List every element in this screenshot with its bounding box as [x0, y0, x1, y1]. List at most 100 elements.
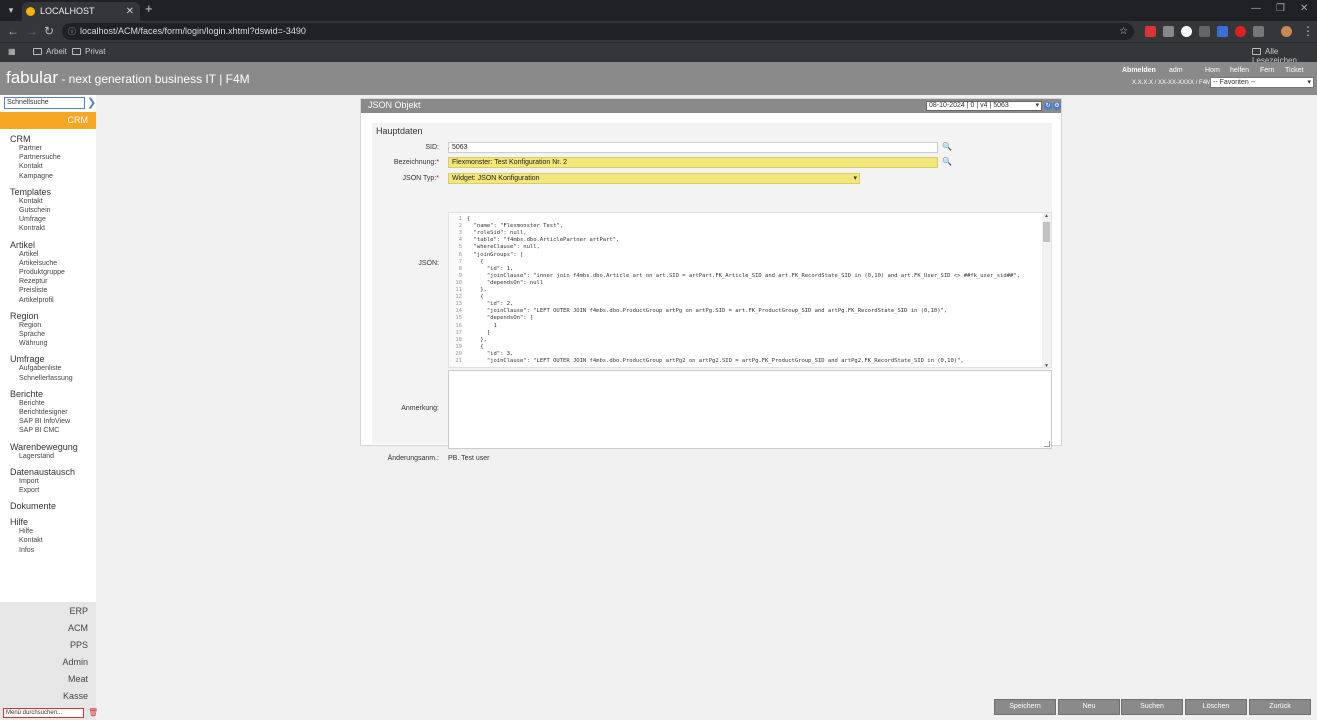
sidebar-category[interactable]: Umfrage — [10, 354, 45, 364]
sidebar-item[interactable]: SAP BI InfoView — [19, 418, 70, 425]
download-icon[interactable] — [1199, 26, 1210, 37]
apps-grid-icon[interactable]: ▦ — [8, 47, 16, 56]
scrollbar-thumb[interactable] — [1043, 222, 1050, 242]
sidebar-item[interactable]: Partner — [19, 145, 42, 152]
module-meat[interactable]: Meat — [68, 674, 88, 684]
sidebar-item[interactable]: Kontakt — [19, 537, 43, 544]
anmerkung-textarea[interactable] — [448, 370, 1052, 449]
sidebar-item[interactable]: Produktgruppe — [19, 269, 65, 276]
sid-field[interactable]: 5063 — [448, 142, 938, 153]
sidebar-item[interactable]: Artikelsuche — [19, 260, 57, 267]
sidebar-item[interactable]: Umfrage — [19, 216, 46, 223]
sidebar-item[interactable]: Währung — [19, 340, 47, 347]
module-erp[interactable]: ERP — [69, 606, 88, 616]
sidebar-category[interactable]: Artikel — [10, 240, 35, 250]
sidebar-item[interactable]: Berichtdesigner — [19, 409, 68, 416]
sidebar-category[interactable]: Berichte — [10, 389, 43, 399]
sidebar-item[interactable]: Lagerstand — [19, 453, 54, 460]
scroll-down-icon[interactable]: ▼ — [1042, 363, 1051, 367]
sidebar-item[interactable]: Schnellerfassung — [19, 375, 73, 382]
resize-handle[interactable] — [1044, 441, 1050, 447]
header-link-helfen[interactable]: helfen — [1230, 67, 1249, 74]
sidebar-item[interactable]: Aufgabenliste — [19, 365, 61, 372]
collapse-sidebar-icon[interactable]: ❯ — [87, 96, 96, 109]
new-tab-icon[interactable]: + — [145, 1, 153, 16]
sidebar-item[interactable]: Artikelprofil — [19, 297, 54, 304]
sidebar-category[interactable]: Templates — [10, 187, 51, 197]
settings-icon[interactable]: ⚙ — [1053, 102, 1061, 110]
editor-scrollbar[interactable]: ▲ ▼ — [1042, 213, 1051, 367]
module-acm[interactable]: ACM — [68, 623, 88, 633]
module-pps[interactable]: PPS — [70, 640, 88, 650]
sidebar-category[interactable]: Region — [10, 311, 39, 321]
forward-icon[interactable]: → — [26, 24, 38, 38]
sidebar-item[interactable]: Region — [19, 322, 41, 329]
sidebar-item[interactable]: Partnersuche — [19, 154, 61, 161]
logout-link[interactable]: Abmelden — [1122, 67, 1156, 74]
header-link-fern[interactable]: Fern — [1260, 67, 1274, 74]
favorites-select[interactable]: -- Favoriten -- ▾ — [1210, 77, 1314, 88]
bookmark-folder-arbeit[interactable]: Arbeit — [33, 47, 67, 56]
back-button[interactable]: Zurück — [1249, 699, 1311, 715]
extension-icon[interactable] — [1217, 26, 1228, 37]
sidebar-item[interactable]: Kampagne — [19, 173, 53, 180]
sidebar-item[interactable]: Hilfe — [19, 528, 33, 535]
extension-icon[interactable] — [1181, 26, 1192, 37]
sidebar-item[interactable]: SAP BI CMC — [19, 427, 59, 434]
header-link-ticket[interactable]: Ticket — [1285, 67, 1303, 74]
reload-icon[interactable]: ↻ — [44, 24, 54, 38]
header-link-hom[interactable]: Hom — [1205, 67, 1220, 74]
version-select[interactable]: 08-10-2024 | 0 | v4 | 5063 ▾ — [926, 101, 1042, 111]
bezeichnung-field[interactable]: Flexmonster: Test Konfiguration Nr. 2 — [448, 157, 938, 168]
scroll-up-icon[interactable]: ▲ — [1042, 213, 1051, 219]
extensions-puzzle-icon[interactable] — [1253, 26, 1264, 37]
search-icon[interactable]: 🔍 — [942, 142, 952, 151]
sidebar-category[interactable]: CRM — [10, 134, 31, 144]
sidebar-item[interactable]: Export — [19, 487, 39, 494]
site-info-icon[interactable]: ⓘ — [68, 23, 76, 40]
tab-search-icon[interactable]: ▾ — [4, 4, 18, 17]
maximize-icon[interactable]: ❐ — [1276, 3, 1285, 14]
close-tab-icon[interactable]: ✕ — [126, 2, 134, 21]
minimize-icon[interactable]: — — [1251, 3, 1261, 14]
sidebar-item[interactable]: Import — [19, 478, 39, 485]
bookmark-folder-privat[interactable]: Privat — [72, 47, 105, 56]
sidebar-item[interactable]: Berichte — [19, 400, 45, 407]
sidebar-item[interactable]: Gutschein — [19, 207, 51, 214]
search-icon[interactable]: 🔍 — [942, 157, 952, 166]
sidebar-item[interactable]: Kontakt — [19, 163, 43, 170]
sidebar-item[interactable]: Preisliste — [19, 287, 47, 294]
sidebar-item[interactable]: Artikel — [19, 251, 38, 258]
sidebar-category[interactable]: Dokumente — [10, 501, 56, 511]
module-kasse[interactable]: Kasse — [63, 691, 88, 701]
save-button[interactable]: Speichern — [994, 699, 1056, 715]
delete-button[interactable]: Löschen — [1185, 699, 1247, 715]
profile-avatar-icon[interactable] — [1281, 26, 1292, 37]
sidebar-category[interactable]: Datenaustausch — [10, 467, 75, 477]
extension-icon[interactable] — [1235, 26, 1246, 37]
extension-icon[interactable] — [1163, 26, 1174, 37]
sidebar-item[interactable]: Sprache — [19, 331, 45, 338]
new-button[interactable]: Neu — [1058, 699, 1120, 715]
browser-menu-icon[interactable]: ⋮ — [1302, 24, 1314, 38]
quick-search-input[interactable]: Schnellsuche — [4, 97, 85, 109]
sidebar-item[interactable]: Infos — [19, 547, 34, 554]
trash-icon[interactable]: 🗑 — [88, 708, 98, 717]
sidebar-item[interactable]: Kontrakt — [19, 225, 45, 232]
menu-search-input[interactable]: Menü durchsuchen... — [3, 708, 84, 718]
json-code-editor[interactable]: 1{2 "name": "Flexmonster Test", 3 "roleSi… — [448, 212, 1052, 368]
extension-icon[interactable] — [1145, 26, 1156, 37]
module-admin[interactable]: Admin — [62, 657, 88, 667]
sidebar-item[interactable]: Kontakt — [19, 198, 43, 205]
url-field[interactable]: ⓘ localhost/ACM/faces/form/login/login.x… — [62, 23, 1134, 40]
browser-tab[interactable]: LOCALHOST ✕ — [22, 2, 140, 21]
refresh-icon[interactable]: ↻ — [1044, 102, 1052, 110]
sidebar-category[interactable]: Hilfe — [10, 517, 28, 527]
back-icon[interactable]: ← — [7, 24, 19, 38]
sidebar-item[interactable]: Rezeptur — [19, 278, 47, 285]
json-type-select[interactable]: Widget: JSON Konfiguration ▾ — [448, 173, 860, 184]
bookmark-star-icon[interactable]: ☆ — [1119, 23, 1128, 40]
search-button[interactable]: Suchen — [1121, 699, 1183, 715]
sidebar-category[interactable]: Warenbewegung — [10, 442, 78, 452]
close-window-icon[interactable]: ✕ — [1300, 3, 1308, 14]
